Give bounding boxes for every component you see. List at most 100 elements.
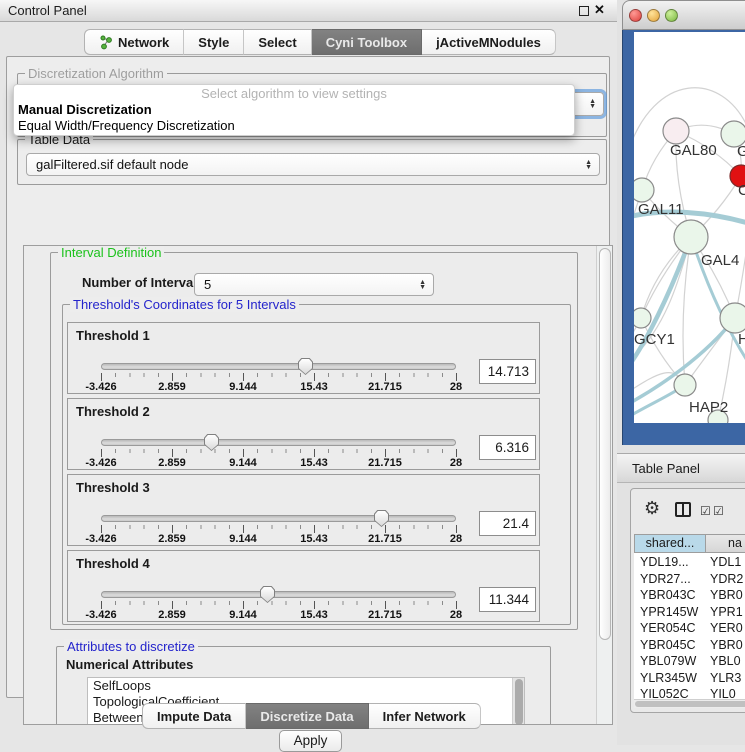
network-view-window: GAL80 GA C GAL11 GAL4 GCY1 H HAP2	[622, 0, 745, 445]
tab-select[interactable]: Select	[244, 29, 311, 55]
numerical-attributes-label: Numerical Attributes	[66, 657, 193, 672]
table-row[interactable]: YBR043CYBR0	[634, 587, 745, 604]
close-traffic-light-icon[interactable]	[629, 9, 642, 22]
table-panel: ⚙ ☑ ☑ shared... na YDL19...YDL1 YDR27...…	[630, 488, 745, 713]
zoom-traffic-light-icon[interactable]	[665, 9, 678, 22]
slider-major-ticks	[101, 373, 457, 381]
tab-style[interactable]: Style	[184, 29, 244, 55]
network-canvas[interactable]: GAL80 GA C GAL11 GAL4 GCY1 H HAP2	[634, 32, 745, 423]
number-of-intervals-value: 5	[204, 277, 211, 292]
slider-major-ticks	[101, 601, 457, 609]
threshold-2-panel: Threshold 2 -3.426 2.859 9.144 15.43 21.…	[67, 398, 540, 470]
table-data-group: Table Data galFiltered.sif default node …	[17, 139, 607, 185]
threshold-3-panel: Threshold 3 -3.426 2.859 9.144 15.43 21.…	[67, 474, 540, 546]
table-row[interactable]: YLR345WYLR3	[634, 670, 745, 687]
network-window-titlebar[interactable]	[622, 0, 745, 30]
table-panel-title: Table Panel	[632, 461, 700, 476]
node-label-gcy1: GCY1	[634, 331, 675, 348]
settings-scrollbar-thumb[interactable]	[599, 248, 611, 640]
float-window-icon[interactable]	[579, 6, 589, 16]
settings-scrollbar[interactable]	[596, 246, 612, 724]
threshold-4-value-field[interactable]: 11.344	[479, 587, 536, 612]
node-label-hap2: HAP2	[689, 399, 728, 416]
top-tab-strip: Network Style Select Cyni Toolbox jActiv…	[84, 29, 556, 55]
checkbox-icon[interactable]: ☑	[700, 504, 711, 518]
threshold-1-slider-track[interactable]	[101, 363, 456, 370]
dropdown-option-manual-discretization[interactable]: Manual Discretization	[14, 102, 574, 118]
apply-button[interactable]: Apply	[279, 730, 342, 752]
tab-discretize-data[interactable]: Discretize Data	[246, 703, 368, 729]
combo-arrows-icon: ▲▼	[419, 280, 426, 290]
table-row[interactable]: YIL052CYIL0	[634, 686, 745, 699]
node-gal11[interactable]	[634, 178, 654, 202]
table-horizontal-scrollbar-thumb[interactable]	[635, 701, 745, 707]
attributes-group-label: Attributes to discretize	[64, 639, 198, 654]
column-header-shared[interactable]: shared...	[634, 534, 706, 553]
table-row[interactable]: YDL19...YDL1	[634, 554, 745, 571]
table-row[interactable]: YPR145WYPR1	[634, 604, 745, 621]
threshold-4-panel: Threshold 4 -3.426 2.859 9.144 15.43 21.…	[67, 550, 540, 622]
table-row[interactable]: YBR045CYBR0	[634, 637, 745, 654]
threshold-4-label: Threshold 4	[76, 556, 150, 571]
threshold-4-slider-track[interactable]	[101, 591, 456, 598]
tab-impute-data[interactable]: Impute Data	[142, 703, 246, 729]
table-row[interactable]: YDR27...YDR2	[634, 571, 745, 588]
threshold-3-label: Threshold 3	[76, 480, 150, 495]
table-row[interactable]: YER054CYER0	[634, 620, 745, 637]
threshold-1-value-field[interactable]: 14.713	[479, 359, 536, 384]
threshold-2-value-field[interactable]: 6.316	[479, 435, 536, 460]
node-hap2[interactable]	[674, 374, 696, 396]
slider-major-ticks	[101, 449, 457, 457]
table-row[interactable]: YBL079WYBL0	[634, 653, 745, 670]
network-view-frame: GAL80 GA C GAL11 GAL4 GCY1 H HAP2	[622, 30, 745, 445]
list-item[interactable]: SelfLoops	[88, 678, 524, 694]
settings-scrollpane: Interval Definition Number of Intervals …	[23, 245, 613, 725]
close-icon[interactable]: ✕	[594, 2, 605, 18]
discretization-algorithm-label: Discretization Algorithm	[25, 66, 167, 81]
cyni-toolbox-panel: Discretization Algorithm ▲▼ Table Data g…	[6, 56, 610, 698]
checkbox-icon[interactable]: ☑	[713, 504, 724, 518]
tab-network-label: Network	[118, 35, 169, 50]
interval-definition-label: Interval Definition	[58, 245, 164, 260]
node-label-ga: GA	[737, 143, 745, 160]
node-right[interactable]	[720, 303, 745, 333]
node-label-gal80: GAL80	[670, 142, 717, 159]
tab-jactivemnodules[interactable]: jActiveMNodules	[422, 29, 556, 55]
number-of-intervals-combobox[interactable]: 5 ▲▼	[194, 273, 434, 296]
list-scrollbar[interactable]	[512, 678, 524, 724]
tab-network[interactable]: Network	[84, 29, 184, 55]
minimize-traffic-light-icon[interactable]	[647, 9, 660, 22]
tab-infer-network[interactable]: Infer Network	[369, 703, 481, 729]
node-label-gal11: GAL11	[638, 201, 684, 218]
node-gal4[interactable]	[674, 220, 708, 254]
dropdown-prompt: Select algorithm to view settings	[14, 86, 574, 102]
node-label-h: H	[738, 331, 745, 348]
table-data-value: galFiltered.sif default node	[36, 157, 188, 172]
gear-icon[interactable]: ⚙	[644, 498, 660, 519]
node-gcy1[interactable]	[634, 308, 651, 328]
tab-cyni-toolbox[interactable]: Cyni Toolbox	[312, 29, 422, 55]
dropdown-option-equal-width-frequency[interactable]: Equal Width/Frequency Discretization	[14, 118, 574, 134]
threshold-3-value-field[interactable]: 21.4	[479, 511, 536, 536]
column-header-name[interactable]: na	[705, 534, 745, 553]
columns-icon[interactable]	[675, 502, 691, 517]
threshold-1-label: Threshold 1	[76, 328, 150, 343]
network-icon	[99, 35, 113, 50]
node-attribute-table[interactable]: shared... na YDL19...YDL1 YDR27...YDR2 Y…	[634, 534, 745, 699]
table-data-combobox[interactable]: galFiltered.sif default node ▲▼	[26, 153, 600, 176]
node-gal80[interactable]	[663, 118, 689, 144]
thresholds-group: Threshold's Coordinates for 5 Intervals …	[62, 304, 571, 625]
node-label-c: C	[738, 182, 745, 199]
combo-arrows-icon: ▲▼	[585, 160, 592, 170]
table-panel-titlebar: Table Panel	[617, 453, 745, 483]
list-scrollbar-thumb[interactable]	[515, 679, 523, 725]
threshold-2-slider-track[interactable]	[101, 439, 456, 446]
table-horizontal-scrollbar[interactable]	[634, 699, 745, 708]
number-of-intervals-label: Number of Intervals	[82, 275, 204, 290]
threshold-1-panel: Threshold 1 -3.426 2.859 9.144 15.43 21.…	[67, 322, 540, 394]
thresholds-group-label: Threshold's Coordinates for 5 Intervals	[70, 297, 299, 312]
threshold-3-slider-track[interactable]	[101, 515, 456, 522]
threshold-2-label: Threshold 2	[76, 404, 150, 419]
combo-arrows-icon: ▲▼	[589, 99, 596, 109]
window-title: Control Panel	[8, 3, 87, 18]
